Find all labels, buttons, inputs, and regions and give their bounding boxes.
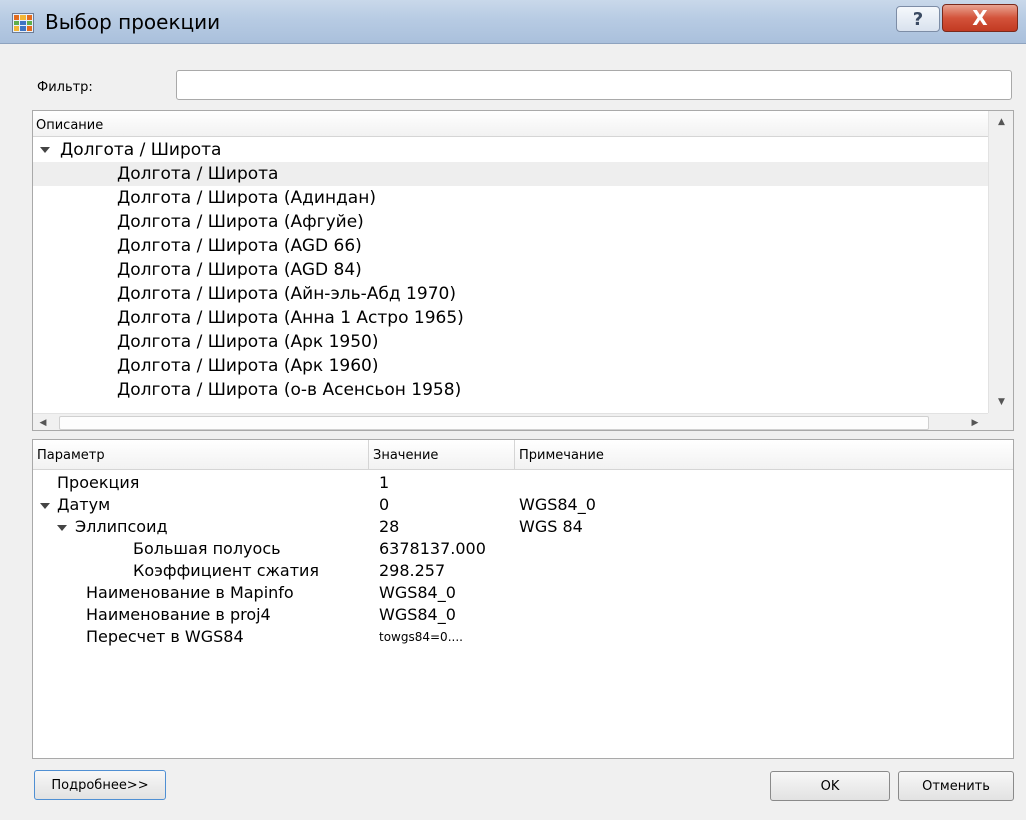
window-title: Выбор проекции	[45, 10, 221, 34]
param-value: 6378137.000	[379, 539, 486, 558]
table-row[interactable]: Датум 0 WGS84_0	[33, 494, 1013, 516]
tree-item-label: Долгота / Широта (Арк 1950)	[117, 332, 379, 352]
param-name: Наименование в Mapinfo	[86, 583, 294, 602]
close-icon: X	[972, 6, 988, 30]
tree-group-label: Долгота / Широта	[60, 140, 222, 160]
grid-table-icon	[12, 13, 34, 33]
horizontal-scroll-thumb[interactable]	[59, 416, 929, 430]
tree-item[interactable]: Долгота / Широта	[33, 162, 988, 186]
param-note: WGS 84	[519, 517, 583, 536]
table-row[interactable]: Большая полуось 6378137.000	[33, 538, 1013, 560]
scroll-corner	[988, 413, 1013, 430]
param-name: Коэффициент сжатия	[133, 561, 320, 580]
table-row[interactable]: Пересчет в WGS84 towgs84=0....	[33, 626, 1013, 648]
tree-item[interactable]: Долгота / Широта (Адиндан)	[33, 186, 988, 210]
param-value: towgs84=0....	[379, 630, 463, 644]
tree-item[interactable]: Долгота / Широта (Арк 1960)	[33, 354, 988, 378]
expand-triangle-icon[interactable]	[57, 524, 67, 531]
parameter-table-header: Параметр Значение Примечание	[33, 440, 1013, 470]
tree-item[interactable]: Долгота / Широта (AGD 66)	[33, 234, 988, 258]
param-name: Пересчет в WGS84	[86, 627, 244, 646]
tree-item-label: Долгота / Широта (Анна 1 Астро 1965)	[117, 308, 464, 328]
help-button[interactable]: ?	[896, 6, 940, 32]
column-header-value[interactable]: Значение	[369, 440, 515, 470]
table-row[interactable]: Коэффициент сжатия 298.257	[33, 560, 1013, 582]
tree-header-description[interactable]: Описание	[33, 111, 988, 137]
param-name: Наименование в proj4	[86, 605, 271, 624]
tree-item-label: Долгота / Широта (Адиндан)	[117, 188, 376, 208]
title-bar[interactable]: Выбор проекции ? X	[0, 0, 1026, 44]
tree-item[interactable]: Долгота / Широта (AGD 84)	[33, 258, 988, 282]
tree-item-label: Долгота / Широта (Афгуйе)	[117, 212, 364, 232]
tree-vertical-scrollbar[interactable]: ▲ ▼	[988, 111, 1013, 413]
tree-item-label: Долгота / Широта (Айн-эль-Абд 1970)	[117, 284, 456, 304]
tree-item-label: Долгота / Широта (о-в Асенсьон 1958)	[117, 380, 462, 400]
tree-item[interactable]: Долгота / Широта (Айн-эль-Абд 1970)	[33, 282, 988, 306]
tree-group-lonlat[interactable]: Долгота / Широта	[33, 138, 988, 162]
table-row[interactable]: Наименование в Mapinfo WGS84_0	[33, 582, 1013, 604]
tree-item-label: Долгота / Широта (AGD 84)	[117, 260, 362, 280]
close-button[interactable]: X	[942, 4, 1018, 32]
ok-button[interactable]: OK	[770, 771, 890, 801]
tree-item-label: Долгота / Широта	[117, 164, 279, 184]
parameter-table[interactable]: Параметр Значение Примечание Проекция 1 …	[32, 439, 1014, 759]
param-name: Датум	[57, 495, 111, 514]
param-value: WGS84_0	[379, 605, 456, 624]
column-header-note[interactable]: Примечание	[515, 440, 1013, 470]
tree-item[interactable]: Долгота / Широта (Анна 1 Астро 1965)	[33, 306, 988, 330]
param-value: WGS84_0	[379, 583, 456, 602]
scroll-down-icon[interactable]: ▼	[989, 391, 1013, 413]
tree-item-label: Долгота / Широта (AGD 66)	[117, 236, 362, 256]
table-row[interactable]: Проекция 1	[33, 472, 1013, 494]
filter-label: Фильтр:	[37, 80, 93, 95]
param-name: Большая полуось	[133, 539, 281, 558]
expand-triangle-icon[interactable]	[40, 502, 50, 509]
table-row[interactable]: Эллипсоид 28 WGS 84	[33, 516, 1013, 538]
param-value: 0	[379, 495, 390, 514]
tree-item[interactable]: Долгота / Широта (Арк 1950)	[33, 330, 988, 354]
tree-item-label: Долгота / Широта (Арк 1960)	[117, 356, 379, 376]
filter-input[interactable]	[176, 70, 1012, 100]
scroll-up-icon[interactable]: ▲	[989, 111, 1013, 133]
scroll-right-icon[interactable]: ▶	[965, 414, 985, 430]
vertical-scroll-thumb[interactable]	[992, 135, 1011, 385]
tree-item[interactable]: Долгота / Широта (Афгуйе)	[33, 210, 988, 234]
tree-horizontal-scrollbar[interactable]: ◀ ▶	[33, 413, 988, 430]
projection-tree[interactable]: Описание Долгота / Широта Долгота / Широ…	[32, 110, 1014, 431]
details-button[interactable]: Подробнее>>	[34, 770, 166, 800]
cancel-button[interactable]: Отменить	[898, 771, 1014, 801]
param-value: 298.257	[379, 561, 446, 580]
table-row[interactable]: Наименование в proj4 WGS84_0	[33, 604, 1013, 626]
param-note: WGS84_0	[519, 495, 596, 514]
param-name: Проекция	[57, 473, 140, 492]
param-value: 28	[379, 517, 400, 536]
column-header-parameter[interactable]: Параметр	[33, 440, 369, 470]
param-value: 1	[379, 473, 390, 492]
help-icon: ?	[912, 8, 924, 30]
expand-triangle-icon[interactable]	[40, 147, 50, 153]
scroll-left-icon[interactable]: ◀	[33, 414, 53, 430]
param-name: Эллипсоид	[75, 517, 168, 536]
tree-item[interactable]: Долгота / Широта (о-в Асенсьон 1958)	[33, 378, 988, 402]
projection-dialog: Выбор проекции ? X Фильтр: Описание Долг…	[0, 0, 1026, 820]
